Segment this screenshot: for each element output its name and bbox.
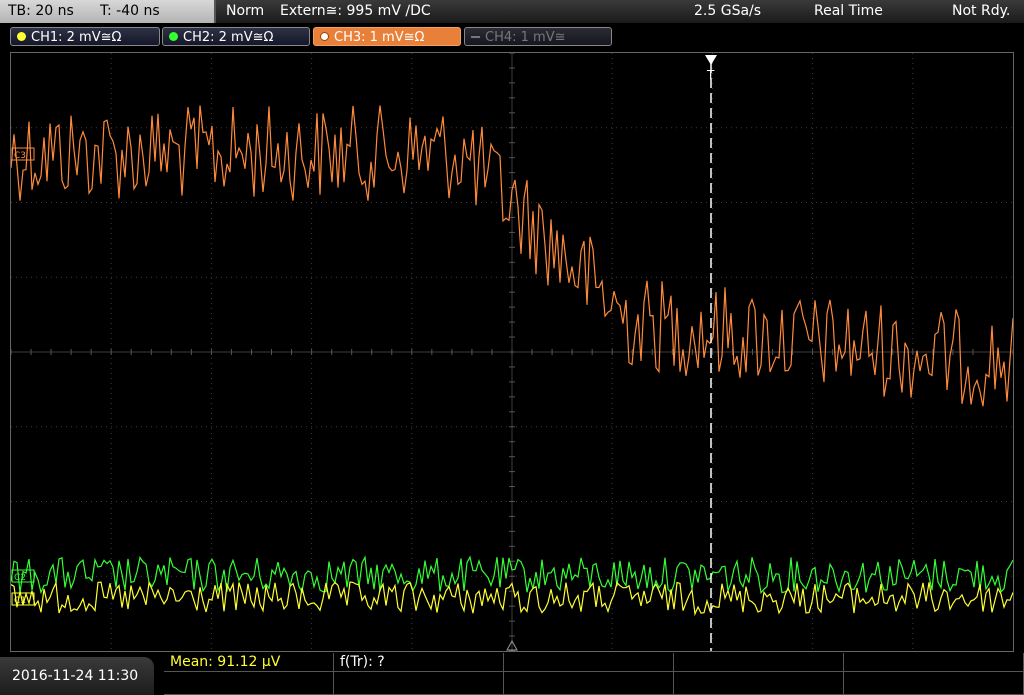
sample-rate: 2.5 GSa/s: [694, 3, 762, 19]
timebase-label: TB: 20 ns: [8, 3, 74, 19]
measurement-slot-3[interactable]: [504, 653, 674, 672]
datetime-display: 2016-11-24 11:30: [0, 657, 154, 695]
ftr-measurement[interactable]: f(Tr): ?: [334, 653, 504, 672]
measurement-panel[interactable]: Mean: 91.12 µV f(Tr): ?: [164, 653, 1024, 695]
ch1-dot-icon: [17, 32, 26, 41]
ch2-dot-icon: [169, 32, 178, 41]
measurement-slot-9[interactable]: [674, 672, 844, 695]
status-bar[interactable]: Norm Extern≅: 995 mV ∕DC 2.5 GSa/s Real …: [216, 0, 1024, 23]
acquisition-mode: Real Time: [814, 3, 883, 19]
timebase-box[interactable]: TB: 20 ns T: -40 ns: [0, 0, 216, 23]
mean-measurement[interactable]: Mean: 91.12 µV: [164, 653, 334, 672]
channel-4-button[interactable]: CH4: 1 mV≅: [464, 27, 612, 46]
ch3-marker-label: C3: [14, 151, 26, 161]
trigger-marker-label: T: [706, 68, 715, 82]
top-bar: TB: 20 ns T: -40 ns Norm Extern≅: 995 mV…: [0, 0, 1024, 24]
channel-row: CH1: 2 mV≅Ω CH2: 2 mV≅Ω CH3: 1 mV≅Ω CH4:…: [0, 25, 1024, 49]
channel-1-button[interactable]: CH1: 2 mV≅Ω: [10, 27, 160, 46]
measurement-slot-4[interactable]: [674, 653, 844, 672]
measurement-slot-8[interactable]: [504, 672, 674, 695]
waveform-canvas: T C3 C2 C1: [10, 52, 1014, 652]
waveform-display[interactable]: T C3 C2 C1: [10, 52, 1014, 652]
trigger-offset-label: T: -40 ns: [100, 3, 160, 19]
bottom-bar: 2016-11-24 11:30 Mean: 91.12 µV f(Tr): ?: [0, 653, 1024, 695]
channel-3-label: CH3: 1 mV≅Ω: [334, 30, 425, 45]
ch3-dot-icon: [320, 32, 329, 41]
channel-3-button[interactable]: CH3: 1 mV≅Ω: [313, 27, 461, 46]
channel-2-label: CH2: 2 mV≅Ω: [183, 30, 274, 45]
channel-1-label: CH1: 2 mV≅Ω: [31, 30, 122, 45]
ch2-marker-label: C2: [14, 573, 26, 583]
trigger-arrow-icon: [705, 55, 717, 65]
channel-4-label: CH4: 1 mV≅: [485, 30, 566, 45]
measurement-slot-6[interactable]: [164, 672, 334, 695]
ready-status: Not Rdy.: [952, 3, 1011, 19]
mean-value: Mean: 91.12 µV: [170, 654, 281, 670]
ftr-value: f(Tr): ?: [340, 654, 385, 670]
trigger-mode: Norm: [226, 3, 265, 19]
measurement-slot-7[interactable]: [334, 672, 504, 695]
measurement-slot-10[interactable]: [844, 672, 1024, 695]
trigger-source: Extern≅: 995 mV ∕DC: [280, 3, 431, 19]
datetime-label: 2016-11-24 11:30: [12, 668, 139, 684]
ch1-marker-label: C1: [14, 596, 26, 606]
ch4-off-icon: [471, 36, 480, 38]
channel-2-button[interactable]: CH2: 2 mV≅Ω: [162, 27, 310, 46]
measurement-slot-5[interactable]: [844, 653, 1024, 672]
